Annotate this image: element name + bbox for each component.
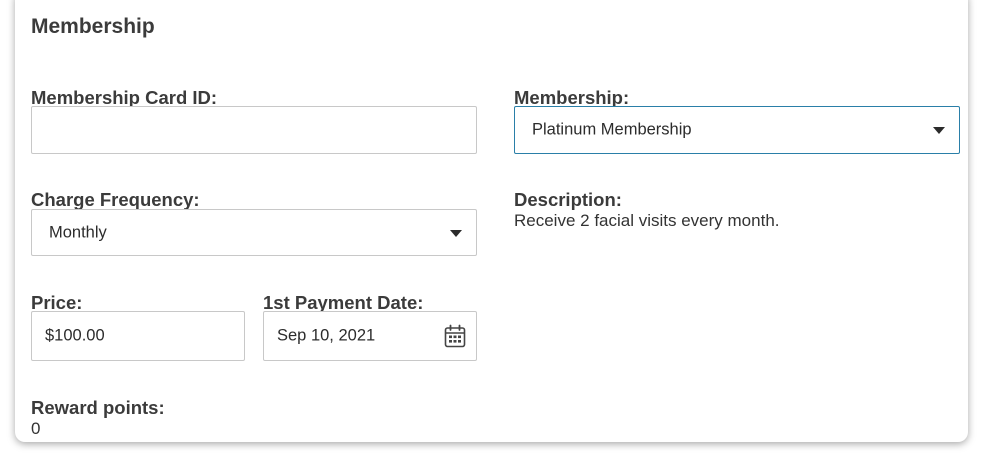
charge-frequency-selected-value: Monthly (49, 223, 107, 241)
section-title: Membership (31, 15, 155, 38)
membership-card-id-input[interactable] (31, 106, 477, 154)
charge-frequency-label: Charge Frequency: (31, 189, 200, 210)
description-label: Description: (514, 189, 622, 210)
description-text: Receive 2 facial visits every month. (514, 211, 780, 230)
charge-frequency-select[interactable]: Monthly (31, 209, 477, 256)
calendar-icon[interactable] (444, 324, 466, 348)
payment-date-input[interactable]: Sep 10, 2021 (263, 311, 477, 361)
chevron-down-icon (450, 229, 462, 237)
membership-select[interactable]: Platinum Membership (514, 106, 960, 154)
price-value: $100.00 (45, 326, 105, 345)
reward-points-value: 0 (31, 419, 41, 438)
price-input[interactable]: $100.00 (31, 311, 245, 361)
reward-points-label: Reward points: (31, 397, 165, 418)
membership-card-panel: Membership Membership Card ID: Membershi… (15, 0, 968, 442)
chevron-down-icon (933, 127, 945, 134)
payment-date-value: Sep 10, 2021 (277, 326, 376, 345)
membership-selected-value: Platinum Membership (532, 120, 692, 139)
